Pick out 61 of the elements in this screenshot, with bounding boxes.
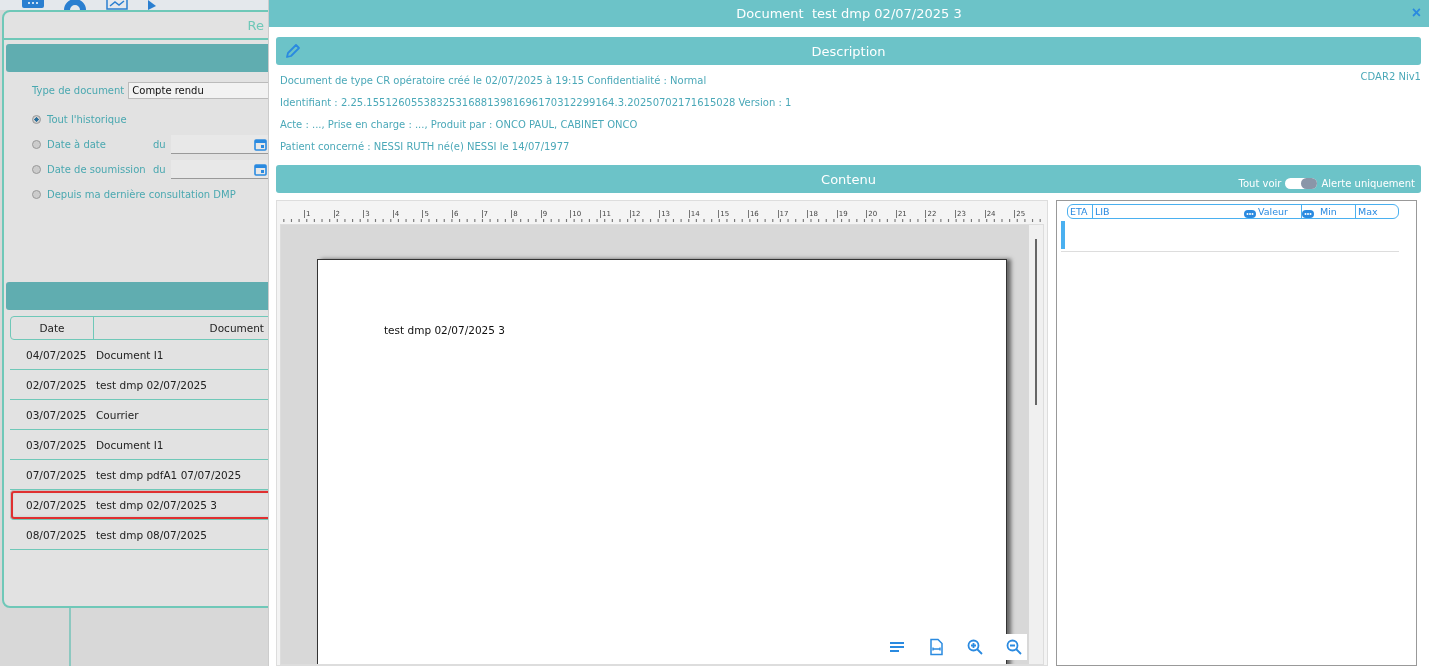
level-text: CDAR2 Niv1: [1360, 71, 1421, 84]
pencil-icon[interactable]: [285, 43, 301, 59]
date-field[interactable]: [171, 160, 268, 179]
table-cell: Document I1: [96, 438, 164, 451]
arrow-icon[interactable]: [146, 0, 158, 10]
column-header[interactable]: Min: [1318, 205, 1356, 218]
dialog-title: Document test dmp 02/07/2025 3: [736, 6, 962, 21]
info-text: Acte : ..., Prise en charge : ..., Produit par : ONCO PAUL, CABINET ONCO: [280, 118, 639, 132]
info-text: Document de type CR opératoire créé le 02/07/2025 à 19:15 Confidentialité : Normal: [280, 74, 708, 88]
comment-icon[interactable]: [1302, 209, 1314, 218]
table-cell: test dmp 02/07/2025 3: [96, 498, 217, 511]
section-title: Description: [811, 43, 886, 59]
table-cell: test dmp 02/07/2025: [96, 378, 207, 391]
table-cell: test dmp pdfA1 07/07/2025: [96, 468, 242, 481]
toggle-label: Tout voir: [1238, 178, 1282, 189]
field-label: du: [153, 164, 167, 175]
chart-icon[interactable]: [106, 0, 128, 10]
info-text: Identifiant : 2.25.155126055383253168813981696170312299164.3.20250702171615028 Version : 1: [280, 96, 792, 110]
column-header[interactable]: ETA: [1068, 205, 1093, 218]
option-label: Date à date: [47, 139, 107, 150]
option-label: Date de soumission: [47, 164, 147, 175]
zoom-in-icon[interactable]: [966, 638, 984, 656]
option-label: Depuis ma dernière consultation DMP: [47, 189, 236, 200]
document-text: test dmp 02/07/2025 3: [384, 324, 505, 336]
table-cell-text: 08/07/2025: [25, 528, 88, 541]
info-text: Patient concerné : NESSI RUTH né(e) NESSI le 14/07/1977: [280, 140, 571, 154]
table-cell-text: 03/07/2025: [25, 438, 88, 451]
column-header[interactable]: Document: [94, 317, 266, 339]
calendar-icon[interactable]: [254, 137, 267, 151]
field-label: du: [153, 139, 167, 150]
date-field[interactable]: [171, 135, 268, 154]
toggle-switch[interactable]: [1285, 178, 1318, 189]
toggle-label: Alerte uniquement: [1321, 178, 1415, 189]
aperture-icon[interactable]: [62, 0, 88, 10]
table-cell-text: 02/07/2025: [25, 498, 88, 511]
page-width-icon[interactable]: [927, 638, 945, 656]
calendar-icon[interactable]: [254, 162, 267, 176]
radio-button[interactable]: [32, 190, 41, 199]
table-cell-text: 03/07/2025: [25, 408, 88, 421]
document-type-dropdown[interactable]: Compte rendu: [128, 82, 268, 99]
zoom-out-icon[interactable]: [1005, 638, 1023, 656]
column-header[interactable]: Max: [1356, 205, 1392, 218]
radio-button[interactable]: [32, 115, 41, 124]
table-cell-text: 02/07/2025: [25, 378, 88, 391]
grid-icon[interactable]: [22, 0, 44, 10]
section-title: Contenu: [821, 171, 876, 187]
radio-button[interactable]: [32, 140, 41, 149]
table-row[interactable]: 02/07/2025 test dmp 02/07/2025 3: [10, 490, 268, 520]
table-cell-text: 04/07/2025: [25, 348, 88, 361]
comment-icon[interactable]: [1244, 209, 1256, 218]
table-cell: test dmp 08/07/2025: [96, 528, 207, 541]
table-cell: Document I1: [96, 348, 164, 361]
column-header[interactable]: LIB: [1093, 205, 1244, 218]
table-cell: Courrier: [96, 408, 139, 421]
window-title: Re: [247, 17, 264, 33]
option-label: Tout l'historique: [47, 114, 128, 125]
radio-button[interactable]: [32, 165, 41, 174]
field-label: Type de document: [32, 85, 125, 96]
column-header[interactable]: Date: [11, 317, 94, 339]
table-cell-text: 07/07/2025: [25, 468, 88, 481]
row-marker: [1061, 221, 1065, 249]
